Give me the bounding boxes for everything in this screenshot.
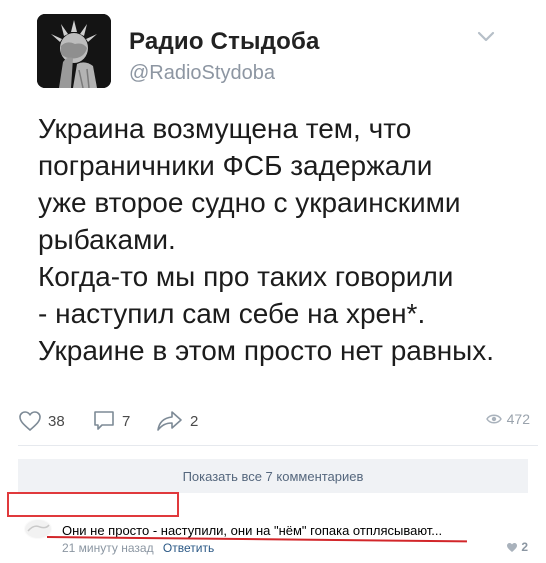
statue-of-liberty-facepalm-icon bbox=[37, 14, 111, 88]
comment-bubble-icon bbox=[94, 411, 114, 430]
comment-time[interactable]: 21 минуту назад bbox=[62, 541, 154, 555]
comment-button[interactable]: 7 bbox=[92, 408, 130, 434]
post-text: Украина возмущена тем, что пограничники … bbox=[38, 113, 495, 366]
post-header: Радио Стыдоба @RadioStydoba bbox=[37, 14, 517, 92]
comment-like-button[interactable]: 2 bbox=[506, 540, 528, 554]
views-count: 472 bbox=[506, 411, 530, 427]
like-button[interactable]: 38 bbox=[18, 408, 65, 434]
divider bbox=[18, 445, 538, 446]
share-count: 2 bbox=[190, 412, 199, 430]
eye-icon bbox=[485, 414, 502, 424]
like-count: 38 bbox=[48, 412, 65, 430]
share-button[interactable]: 2 bbox=[156, 408, 198, 434]
annotation-box bbox=[7, 492, 179, 517]
comment-meta: 21 минуту назад Ответить bbox=[62, 541, 214, 555]
comment-like-count: 2 bbox=[521, 540, 528, 554]
heart-icon bbox=[19, 411, 41, 432]
chevron-down-icon[interactable] bbox=[477, 30, 495, 42]
profile-name[interactable]: Радио Стыдоба bbox=[129, 28, 320, 56]
views-counter: 472 bbox=[485, 411, 530, 427]
show-all-comments-button[interactable]: Показать все 7 комментариев bbox=[18, 459, 528, 493]
comment-count: 7 bbox=[122, 412, 131, 430]
profile-handle[interactable]: @RadioStydoba bbox=[129, 62, 275, 85]
avatar[interactable] bbox=[37, 14, 111, 88]
share-arrow-icon bbox=[157, 411, 182, 431]
comment-text: Они не просто - наступили, они на "нём" … bbox=[62, 523, 443, 538]
reply-link[interactable]: Ответить bbox=[163, 541, 214, 555]
post-actions: 38 7 2 472 bbox=[18, 408, 538, 434]
heart-icon bbox=[507, 542, 518, 552]
